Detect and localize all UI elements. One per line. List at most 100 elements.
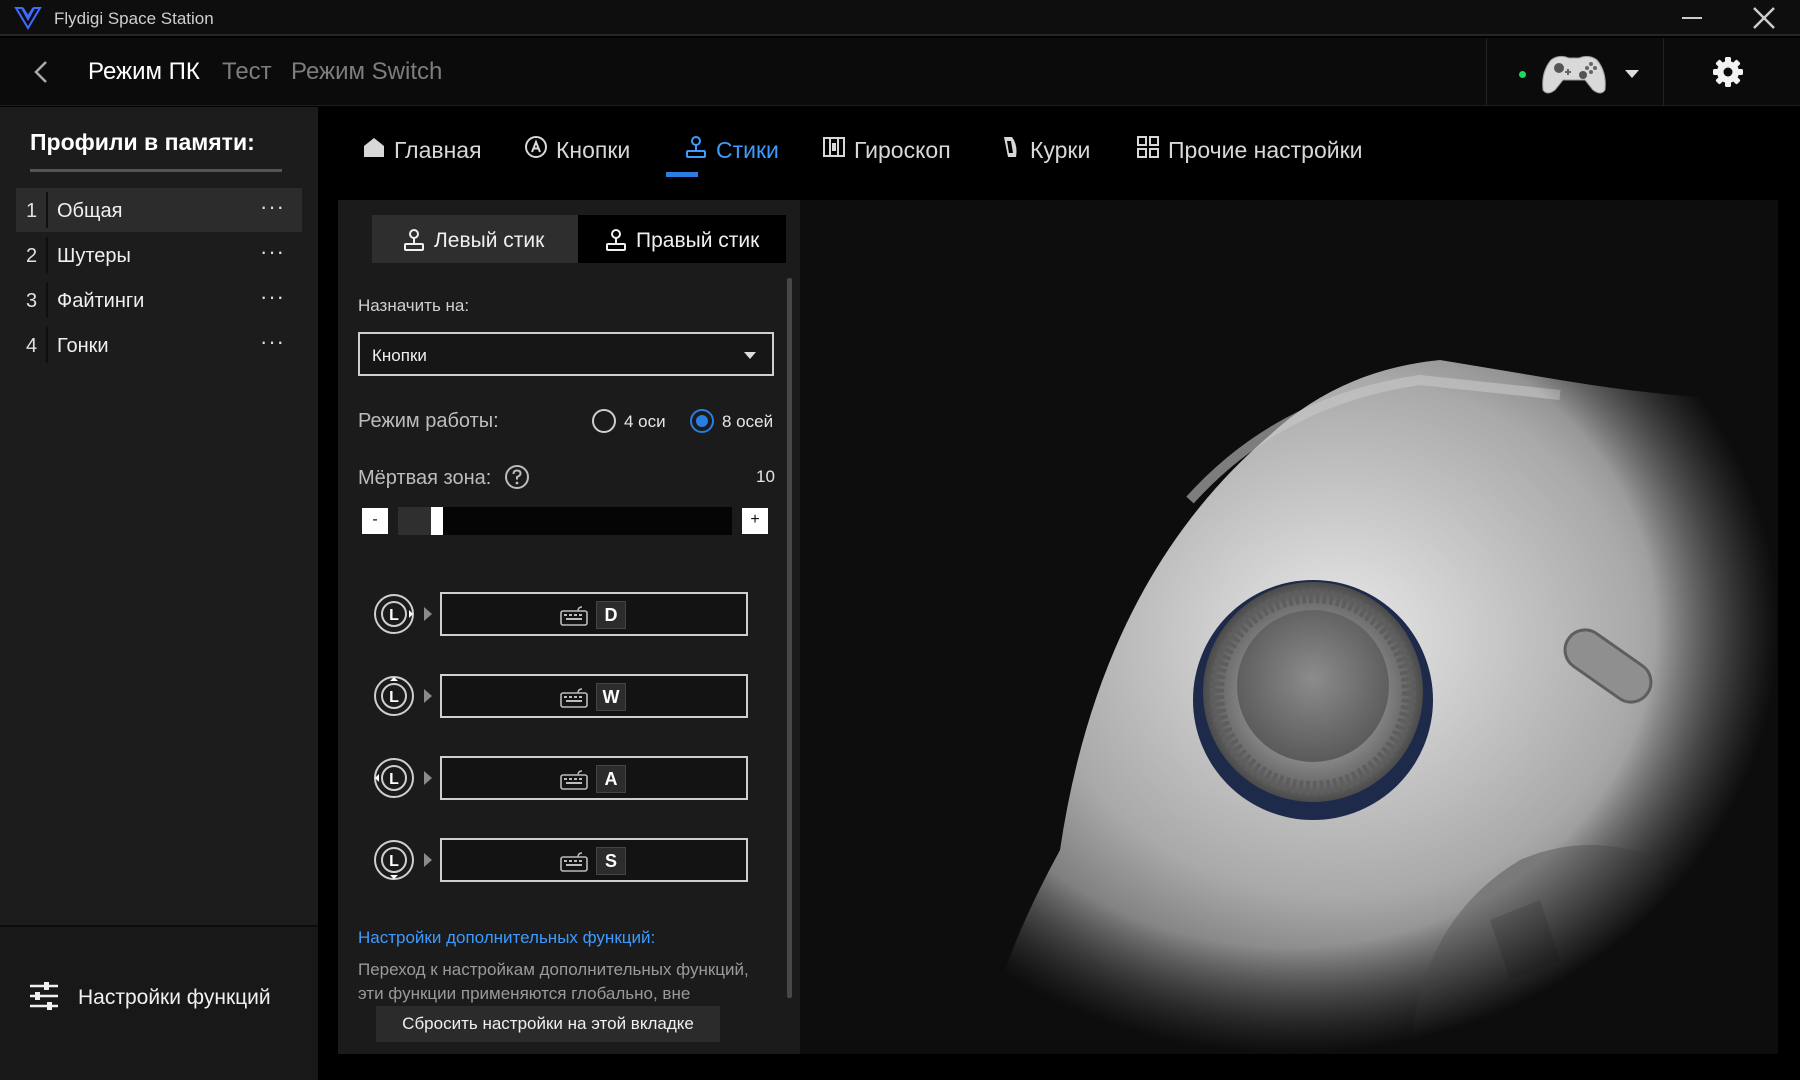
deadzone-decrease-button[interactable]: - [362,508,388,534]
tab-left-stick[interactable]: Левый стик [372,215,578,263]
chevron-down-icon [744,352,756,359]
keyboard-icon [560,770,588,790]
gamepad-icon [1542,55,1606,94]
more-options-icon[interactable]: ··· [260,284,294,312]
key-mapping-right[interactable]: D [440,592,748,636]
arrow-right-icon [424,771,432,785]
stick-settings-panel: Левый стик Правый стик Назначить на: Кно… [338,200,800,1054]
stick-up-icon: L [374,676,414,716]
advanced-settings-link[interactable]: Настройки дополнительных функций: [358,928,655,948]
trigger-icon [1004,137,1017,157]
settings-button[interactable] [1710,54,1746,90]
radio-circle [690,409,714,433]
chevron-left-icon [34,61,47,83]
profile-number: 1 [26,200,38,222]
title-bar: Flydigi Space Station [0,0,1800,36]
controller-preview [800,200,1778,1054]
more-options-icon[interactable]: ··· [260,329,294,357]
tab-pc-mode[interactable]: Режим ПК [88,58,200,86]
more-options-icon[interactable]: ··· [260,239,294,267]
profile-number: 3 [26,290,38,312]
stick-letter: L [389,607,399,624]
arrow-right-icon [424,607,432,621]
key-cap: A [596,765,626,793]
profile-name: Шутеры [57,245,131,267]
assign-dropdown[interactable]: Кнопки [358,332,774,376]
profile-item-4[interactable]: 4 Гонки ··· [16,323,302,367]
deadzone-slider[interactable] [398,507,732,535]
tab-right-stick[interactable]: Правый стик [578,215,786,263]
function-settings-label: Настройки функций [78,986,271,1009]
sidebar-title-divider [30,169,282,172]
settings-scrollbar[interactable] [787,278,792,998]
main-tab-bar: Главная Кнопки Стики Гироскоп Курки Проч… [318,107,1800,181]
tab-triggers-label: Курки [1030,137,1091,163]
deadzone-slider-thumb[interactable] [431,507,443,535]
key-cap: W [596,683,626,711]
keyboard-icon [560,688,588,708]
stick-letter: L [389,771,399,788]
device-selector[interactable] [1486,38,1664,106]
tab-home-label: Главная [394,137,482,163]
key-cap: D [596,601,626,629]
tab-gyroscope-label: Гироскоп [854,137,951,163]
help-icon[interactable] [504,464,530,490]
key-mapping-down[interactable]: S [440,838,748,882]
keyboard-icon [560,606,588,626]
sidebar: Профили в памяти: 1 Общая ··· 2 Шутеры ·… [0,107,318,1080]
direction-row-up: L W [372,674,752,718]
arrow-right-icon [424,853,432,867]
radio-circle [592,409,616,433]
profile-separator [46,237,48,273]
tab-switch-mode[interactable]: Режим Switch [291,58,442,86]
profile-item-2[interactable]: 2 Шутеры ··· [16,233,302,277]
profile-separator [46,192,48,228]
advanced-settings-description: Переход к настройкам дополнительных функ… [358,960,749,1003]
joystick-icon [404,229,424,251]
stick-letter: L [389,689,399,706]
profile-name: Файтинги [57,290,145,312]
minimize-icon [1682,17,1702,19]
flydigi-logo-icon [14,7,42,30]
deadzone-value: 10 [756,467,775,486]
sidebar-footer: Настройки функций [0,925,318,1080]
close-button[interactable] [1736,0,1792,36]
function-settings-button[interactable]: Настройки функций [28,977,288,1017]
minimize-button[interactable] [1664,0,1720,36]
tab-other-settings-label: Прочие настройки [1168,137,1363,163]
tab-test[interactable]: Тест [222,58,272,86]
stick-down-icon: L [374,840,414,880]
assign-label: Назначить на: [358,296,470,315]
chevron-down-icon [1625,70,1639,78]
deadzone-increase-button[interactable]: + [742,508,768,534]
direction-row-left: L A [372,756,752,800]
radio-4-axes-label: 4 оси [624,412,666,431]
profile-item-3[interactable]: 3 Файтинги ··· [16,278,302,322]
left-stick-label: Левый стик [434,229,545,252]
profile-number: 4 [26,335,38,357]
profile-separator [46,327,48,363]
stick-right-icon: L [374,594,414,634]
profile-number: 2 [26,245,38,267]
button-a-icon [525,136,547,158]
joystick-icon [686,136,706,158]
stick-letter: L [389,853,399,870]
connection-status-dot [1519,71,1526,78]
more-options-icon[interactable]: ··· [260,194,294,222]
tab-sticks-label: Стики [716,137,779,163]
profile-item-1[interactable]: 1 Общая ··· [16,188,302,232]
arrow-right-icon [424,689,432,703]
home-icon [364,138,384,157]
reset-tab-button[interactable]: Сбросить настройки на этой вкладке [376,1006,720,1042]
tab-buttons-label: Кнопки [556,137,631,163]
gyroscope-icon [823,137,845,157]
key-mapping-left[interactable]: A [440,756,748,800]
deadzone-label: Мёртвая зона: [358,467,492,489]
back-button[interactable] [24,54,60,90]
sliders-icon [30,982,58,1010]
joystick-icon [606,229,626,251]
profile-separator [46,282,48,318]
content-panel: Левый стик Правый стик Назначить на: Кно… [338,200,1778,1054]
gear-icon [1713,57,1743,87]
key-mapping-up[interactable]: W [440,674,748,718]
